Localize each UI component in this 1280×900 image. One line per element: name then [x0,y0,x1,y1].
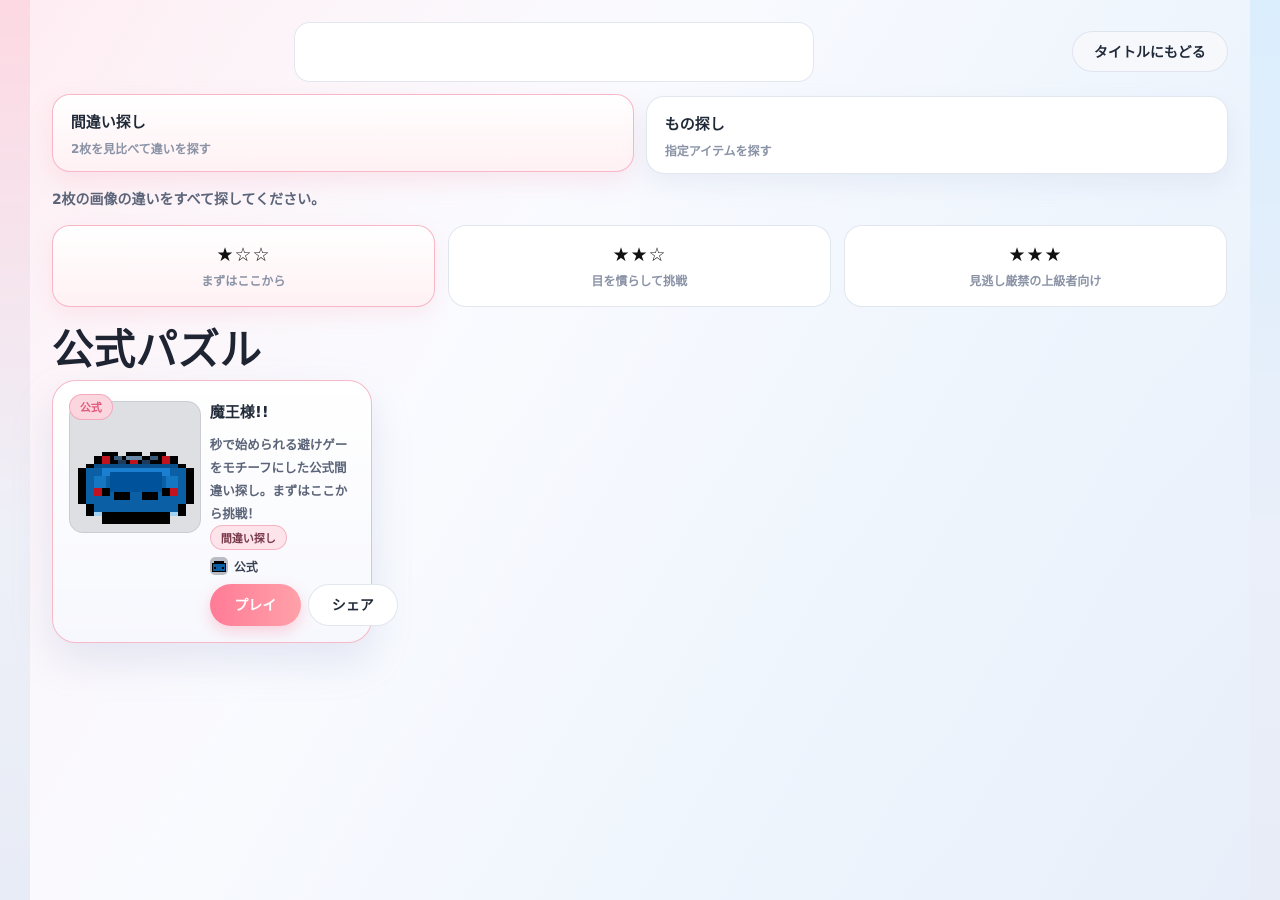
puzzle-card[interactable]: 公式 魔王様!! 秒で始められる避けゲーをモチーフにした公式間違い探し。まずはこ… [52,380,398,643]
mode-card-find-object[interactable]: もの探し 指定アイテムを探す [646,96,1228,174]
top-bar: タイトルにもどる [30,0,1250,90]
difficulty-label: 見逃し厳禁の上級者向け [969,273,1102,288]
puzzle-author: 公式 [210,557,258,575]
puzzle-thumbnail[interactable] [69,401,201,533]
difficulty-easy-button[interactable]: ★☆☆ まずはここから [52,225,435,307]
search-input[interactable] [294,22,814,82]
mode-subtitle: 2枚を見比べて違いを探す [71,142,211,156]
share-button[interactable]: シェア [308,584,398,626]
author-name: 公式 [234,559,259,574]
official-badge: 公式 [69,394,113,420]
instruction-text: 2枚の画像の違いをすべて探してください。 [52,192,326,208]
difficulty-label: 目を慣らして挑戦 [591,273,688,288]
mode-card-spot-difference[interactable]: 間違い探し 2枚を見比べて違いを探す [52,94,634,172]
difficulty-stars: ★★★ [1008,243,1063,266]
difficulty-hard-button[interactable]: ★★★ 見逃し厳禁の上級者向け [844,225,1227,307]
puzzle-description: 秒で始められる避けゲーをモチーフにした公式間違い探し。まずはここから挑戦！ [210,437,348,521]
section-title: 公式パズル [52,325,263,374]
play-button[interactable]: プレイ [210,584,301,626]
difficulty-stars: ★★☆ [612,243,667,266]
pixel-demon-king-icon [78,452,194,524]
background-left [0,0,30,900]
background-right [1250,0,1280,900]
difficulty-label: まずはここから [201,273,286,288]
mode-title: もの探し [665,115,726,133]
back-to-title-button[interactable]: タイトルにもどる [1072,31,1228,72]
mode-title: 間違い探し [71,113,147,131]
avatar-icon [212,561,226,572]
puzzle-mode-tag: 間違い探し [210,525,287,550]
author-avatar [210,557,228,575]
difficulty-medium-button[interactable]: ★★☆ 目を慣らして挑戦 [448,225,831,307]
difficulty-stars: ★☆☆ [216,243,271,266]
mode-subtitle: 指定アイテムを探す [665,144,772,158]
puzzle-title: 魔王様!! [210,403,269,421]
page: タイトルにもどる 間違い探し 2枚を見比べて違いを探す もの探し 指定アイテムを… [30,0,1250,900]
